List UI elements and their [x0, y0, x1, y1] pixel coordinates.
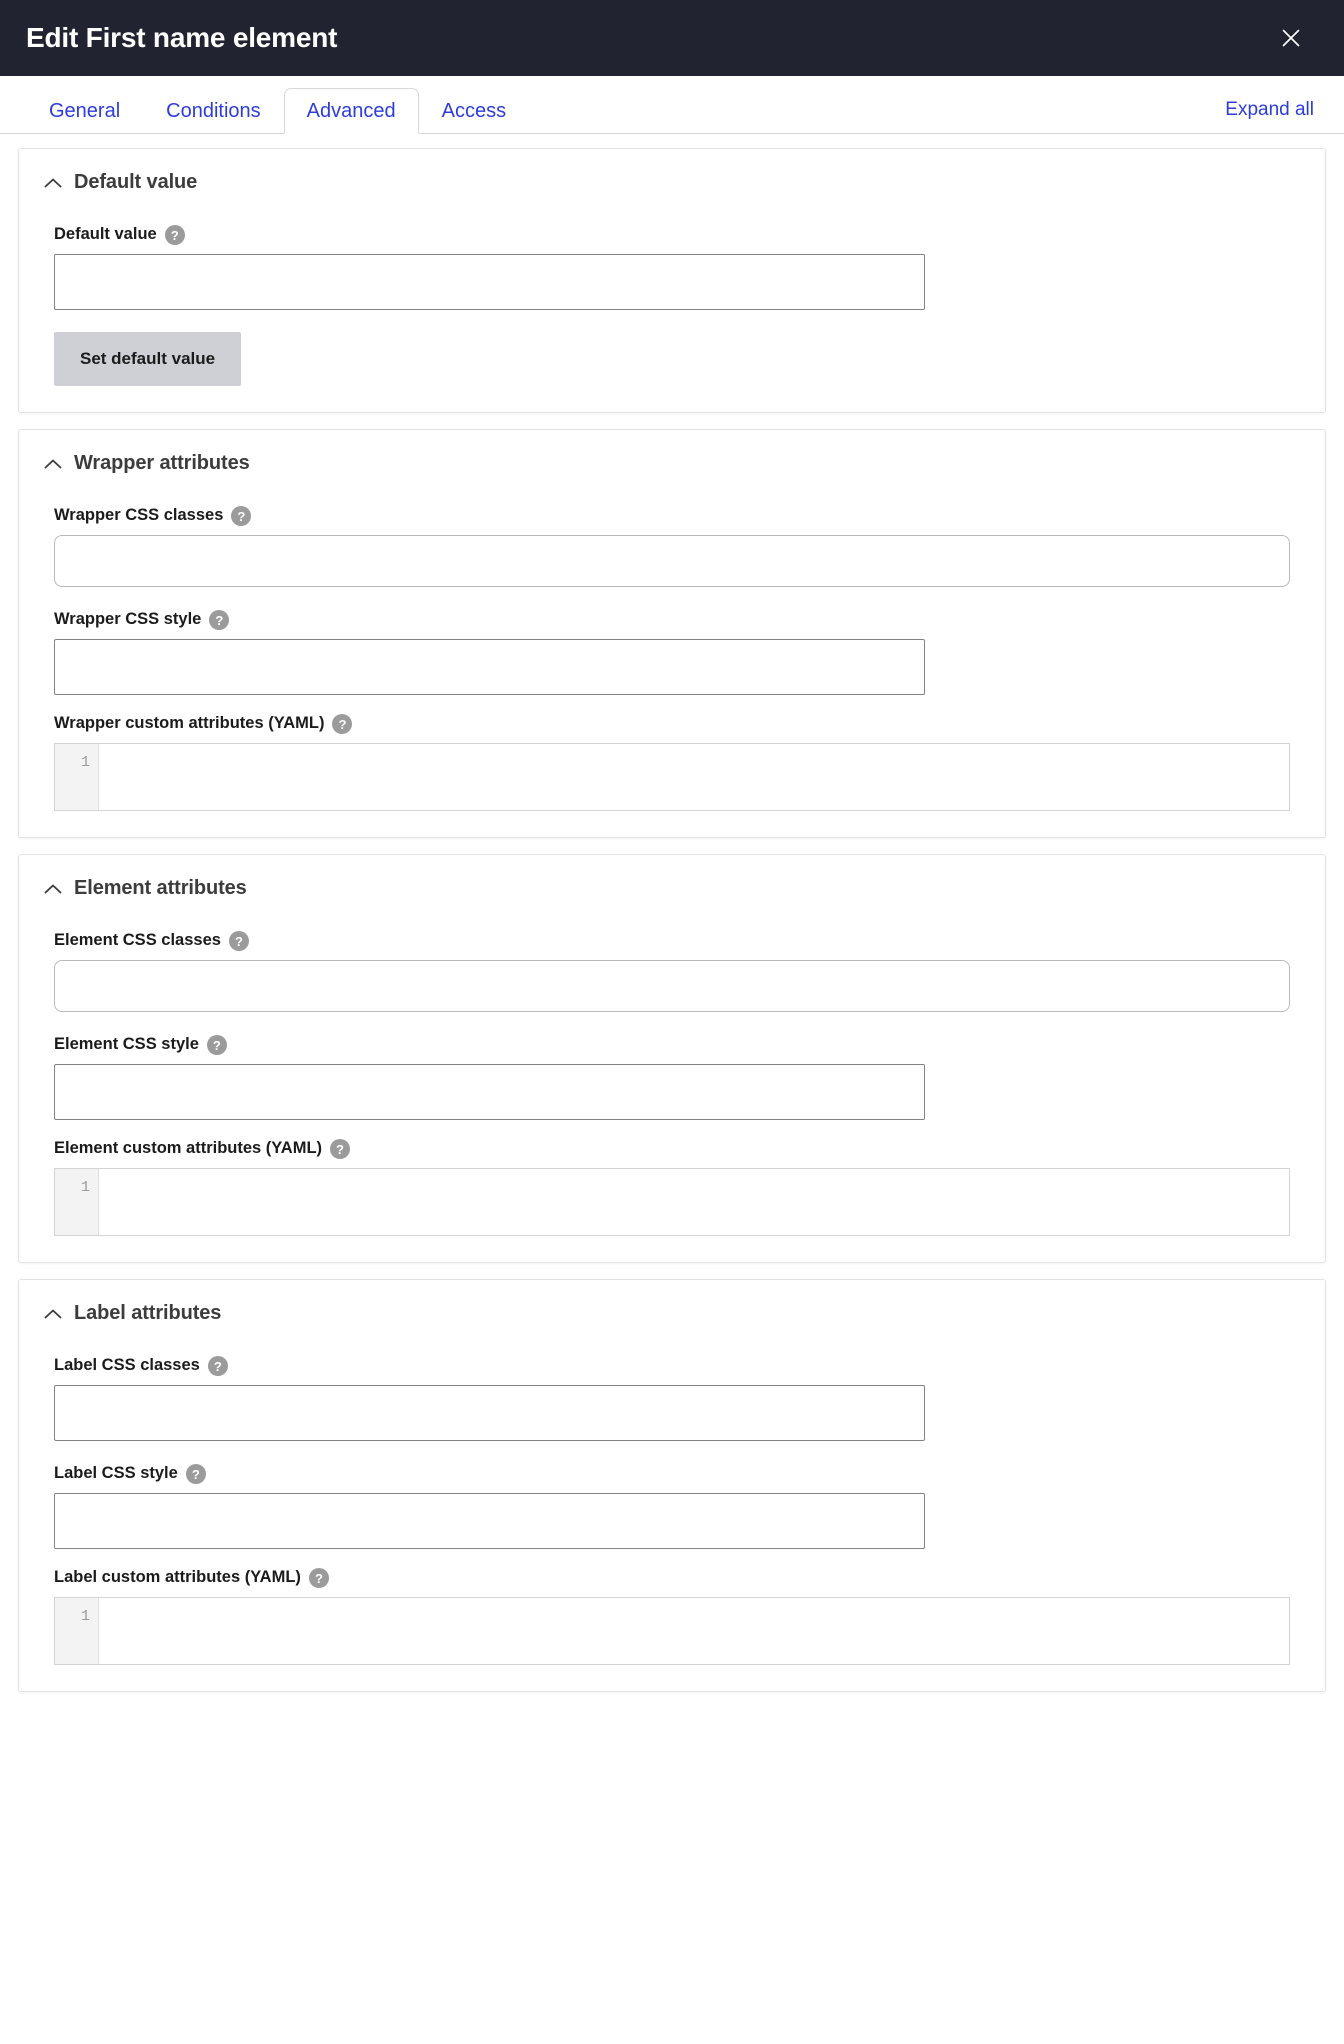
help-icon[interactable]: ? — [164, 225, 185, 245]
form-item-wrapper-css-style: Wrapper CSS style ? — [54, 587, 1290, 695]
help-icon[interactable]: ? — [206, 1035, 227, 1055]
panel-label-attributes: Label attributes Label CSS classes ? Lab… — [18, 1279, 1326, 1692]
wrapper-css-classes-input[interactable] — [54, 535, 1290, 587]
form-label-text: Wrapper CSS style — [54, 609, 202, 628]
form-item-element-css-classes: Element CSS classes ? — [54, 908, 1290, 1012]
label-css-style-input[interactable] — [54, 1493, 925, 1549]
panel-default-value-header[interactable]: Default value — [41, 149, 1303, 202]
code-text-area[interactable] — [99, 744, 1289, 810]
element-css-classes-input[interactable] — [54, 960, 1290, 1012]
form-label-text: Wrapper custom attributes (YAML) — [54, 713, 325, 732]
panel-title: Label attributes — [74, 1302, 222, 1324]
label-label-css-style: Label CSS style ? — [54, 1463, 1290, 1484]
close-icon — [1282, 29, 1300, 47]
chevron-up-icon — [44, 880, 62, 898]
form-item-wrapper-custom-attributes: Wrapper custom attributes (YAML) ? 1 — [54, 695, 1290, 811]
help-icon[interactable]: ? — [185, 1464, 206, 1484]
chevron-up-icon — [44, 174, 62, 192]
default-value-input[interactable] — [54, 254, 925, 310]
chevron-up-icon — [44, 455, 62, 473]
code-line-number: 1 — [55, 1169, 99, 1235]
form-item-label-css-style: Label CSS style ? — [54, 1441, 1290, 1549]
tab-label: General — [49, 100, 121, 122]
help-icon[interactable]: ? — [332, 714, 353, 734]
code-line-number: 1 — [55, 744, 99, 810]
help-icon[interactable]: ? — [231, 506, 252, 526]
form-label-text: Element custom attributes (YAML) — [54, 1138, 323, 1157]
label-wrapper-custom-attributes: Wrapper custom attributes (YAML) ? — [54, 713, 1290, 734]
chevron-up-icon — [44, 1305, 62, 1323]
panel-element-attributes-header[interactable]: Element attributes — [41, 855, 1303, 908]
wrapper-custom-attributes-editor[interactable]: 1 — [54, 743, 1290, 811]
code-line-number: 1 — [55, 1598, 99, 1664]
panel-label-attributes-header[interactable]: Label attributes — [41, 1280, 1303, 1333]
form-label-text: Default value — [54, 224, 157, 243]
form-label-text: Element CSS classes — [54, 930, 221, 949]
tab-advanced[interactable]: Advanced — [283, 88, 419, 134]
set-default-value-button[interactable]: Set default value — [54, 332, 242, 386]
form-label-text: Label CSS style — [54, 1463, 178, 1482]
label-label-css-classes: Label CSS classes ? — [54, 1355, 1290, 1376]
form-item-wrapper-css-classes: Wrapper CSS classes ? — [54, 483, 1290, 587]
label-default-value: Default value ? — [54, 224, 1290, 245]
dialog-header: Edit First name element — [0, 0, 1344, 76]
element-custom-attributes-editor[interactable]: 1 — [54, 1168, 1290, 1236]
panel-label-attributes-body: Label CSS classes ? Label CSS style ? La… — [41, 1333, 1303, 1665]
form-item-element-custom-attributes: Element custom attributes (YAML) ? 1 — [54, 1120, 1290, 1236]
panel-title: Default value — [74, 171, 198, 193]
tab-label: Advanced — [306, 99, 396, 122]
expand-all-link[interactable]: Expand all — [1225, 99, 1318, 133]
code-text-area[interactable] — [99, 1598, 1289, 1664]
form-label-text: Wrapper CSS classes — [54, 505, 224, 524]
help-icon[interactable]: ? — [207, 1356, 228, 1376]
label-element-css-style: Element CSS style ? — [54, 1034, 1290, 1055]
help-icon[interactable]: ? — [228, 931, 249, 951]
tab-label: Access — [441, 100, 507, 122]
form-label-text: Element CSS style — [54, 1034, 199, 1053]
form-item-set-default-value: Set default value — [54, 310, 1290, 386]
panel-title: Element attributes — [74, 877, 247, 899]
dialog-body: Default value Default value ? Set defaul… — [0, 134, 1344, 1726]
element-css-style-input[interactable] — [54, 1064, 925, 1120]
panel-default-value: Default value Default value ? Set defaul… — [18, 148, 1326, 413]
form-item-label-css-classes: Label CSS classes ? — [54, 1333, 1290, 1441]
label-wrapper-css-style: Wrapper CSS style ? — [54, 609, 1290, 630]
panel-wrapper-attributes-body: Wrapper CSS classes ? Wrapper CSS style … — [41, 483, 1303, 811]
wrapper-css-style-input[interactable] — [54, 639, 925, 695]
form-item-label-custom-attributes: Label custom attributes (YAML) ? 1 — [54, 1549, 1290, 1665]
label-label-custom-attributes: Label custom attributes (YAML) ? — [54, 1567, 1290, 1588]
tab-general[interactable]: General — [26, 88, 143, 134]
label-element-custom-attributes: Element custom attributes (YAML) ? — [54, 1138, 1290, 1159]
label-css-classes-input[interactable] — [54, 1385, 925, 1441]
tab-list: General Conditions Advanced Access — [26, 76, 529, 134]
tab-conditions[interactable]: Conditions — [143, 88, 284, 134]
form-label-text: Label CSS classes — [54, 1355, 200, 1374]
help-icon[interactable]: ? — [330, 1139, 351, 1159]
form-item-default-value: Default value ? — [54, 202, 1290, 310]
close-button[interactable] — [1274, 21, 1308, 55]
code-text-area[interactable] — [99, 1169, 1289, 1235]
panel-wrapper-attributes: Wrapper attributes Wrapper CSS classes ?… — [18, 429, 1326, 838]
panel-wrapper-attributes-header[interactable]: Wrapper attributes — [41, 430, 1303, 483]
panel-default-value-body: Default value ? Set default value — [41, 202, 1303, 386]
panel-element-attributes: Element attributes Element CSS classes ?… — [18, 854, 1326, 1263]
tab-label: Conditions — [166, 100, 261, 122]
form-item-element-css-style: Element CSS style ? — [54, 1012, 1290, 1120]
label-wrapper-css-classes: Wrapper CSS classes ? — [54, 505, 1290, 526]
label-element-css-classes: Element CSS classes ? — [54, 930, 1290, 951]
panel-title: Wrapper attributes — [74, 452, 250, 474]
page-title: Edit First name element — [26, 22, 338, 53]
help-icon[interactable]: ? — [209, 610, 230, 630]
tab-access[interactable]: Access — [419, 88, 529, 134]
label-custom-attributes-editor[interactable]: 1 — [54, 1597, 1290, 1665]
panel-element-attributes-body: Element CSS classes ? Element CSS style … — [41, 908, 1303, 1236]
tab-bar: General Conditions Advanced Access Expan… — [0, 76, 1344, 134]
help-icon[interactable]: ? — [308, 1568, 329, 1588]
form-label-text: Label custom attributes (YAML) — [54, 1567, 301, 1586]
